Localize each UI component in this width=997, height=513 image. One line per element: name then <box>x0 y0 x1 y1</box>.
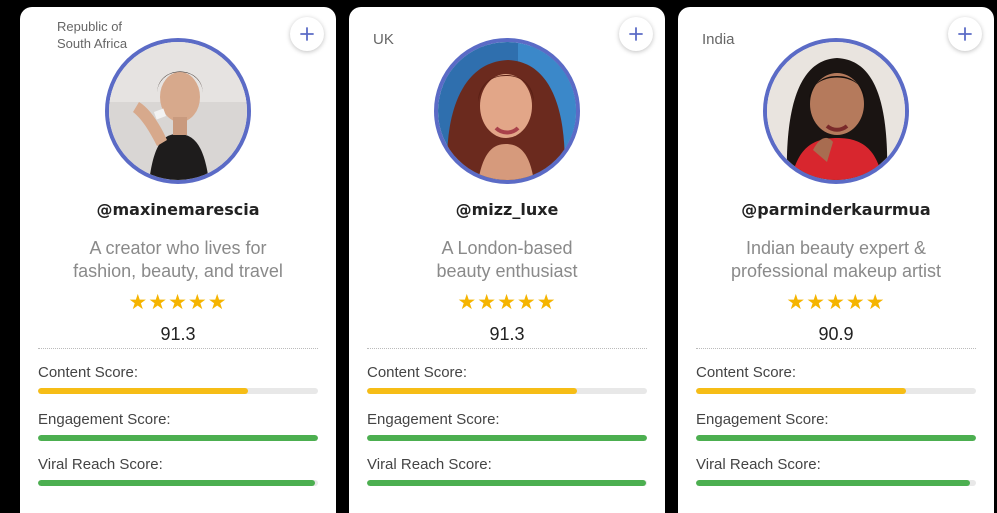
influencer-handle[interactable]: @mizz_luxe <box>349 200 665 219</box>
viral-reach-score-label: Viral Reach Score: <box>696 456 821 473</box>
bio-line: professional makeup artist <box>730 261 942 281</box>
star-rating: ★★★★★ <box>786 290 886 314</box>
engagement-score-label: Engagement Score: <box>38 411 171 428</box>
avatar[interactable] <box>105 38 251 184</box>
viral-reach-score-track <box>367 480 647 486</box>
plus-icon <box>629 27 643 41</box>
content-score-track <box>38 388 318 394</box>
influencer-bio: A creator who lives for fashion, beauty,… <box>20 237 336 283</box>
engagement-score-metric: Engagement Score: <box>367 411 647 441</box>
content-score-label: Content Score: <box>367 364 468 381</box>
engagement-score-metric: Engagement Score: <box>696 411 976 441</box>
influencer-card[interactable]: Republic of South Africa @maxinemarescia… <box>20 7 336 513</box>
viral-reach-score-metric: Viral Reach Score: <box>696 456 976 486</box>
avatar[interactable] <box>763 38 909 184</box>
overall-score: 90.9 <box>818 324 854 344</box>
plus-icon <box>300 27 314 41</box>
engagement-score-track <box>367 435 647 441</box>
influencer-card[interactable]: India @parminderkaurmua Indian beauty ex… <box>678 7 994 513</box>
viral-reach-score-label: Viral Reach Score: <box>367 456 492 473</box>
engagement-score-label: Engagement Score: <box>367 411 500 428</box>
content-score-track <box>696 388 976 394</box>
divider <box>38 348 318 349</box>
viral-reach-score-bar <box>38 480 316 486</box>
add-button[interactable] <box>290 17 324 51</box>
viral-reach-score-label: Viral Reach Score: <box>38 456 163 473</box>
overall-score: 91.3 <box>489 324 525 344</box>
viral-reach-score-metric: Viral Reach Score: <box>38 456 318 486</box>
content-score-bar <box>367 388 577 394</box>
country-label: Republic of South Africa <box>57 19 128 51</box>
star-rating: ★★★★★ <box>128 290 228 314</box>
country-label: UK <box>373 31 394 48</box>
content-score-bar <box>38 388 248 394</box>
bio-line: fashion, beauty, and travel <box>73 261 283 281</box>
influencer-bio: A London-based beauty enthusiast <box>349 237 665 283</box>
influencer-card-row: Republic of South Africa @maxinemarescia… <box>0 0 997 513</box>
divider <box>696 348 976 349</box>
bio-line: beauty enthusiast <box>436 261 578 281</box>
engagement-score-track <box>696 435 976 441</box>
influencer-card[interactable]: UK @mizz_luxe A London-based beauty enth… <box>349 7 665 513</box>
add-button[interactable] <box>948 17 982 51</box>
bio-line: A creator who lives for <box>89 238 267 258</box>
influencer-handle[interactable]: @parminderkaurmua <box>678 200 994 219</box>
content-score-metric: Content Score: <box>696 364 976 394</box>
content-score-bar <box>696 388 906 394</box>
engagement-score-bar <box>38 435 318 441</box>
star-rating: ★★★★★ <box>457 290 557 314</box>
influencer-bio: Indian beauty expert & professional make… <box>678 237 994 283</box>
engagement-score-track <box>38 435 318 441</box>
content-score-label: Content Score: <box>696 364 797 381</box>
viral-reach-score-track <box>38 480 318 486</box>
influencer-handle[interactable]: @maxinemarescia <box>20 200 336 219</box>
viral-reach-score-bar <box>367 480 646 486</box>
avatar[interactable] <box>434 38 580 184</box>
content-score-metric: Content Score: <box>367 364 647 394</box>
plus-icon <box>958 27 972 41</box>
engagement-score-bar <box>696 435 976 441</box>
content-score-track <box>367 388 647 394</box>
engagement-score-bar <box>367 435 647 441</box>
bio-line: A London-based <box>441 238 573 258</box>
viral-reach-score-metric: Viral Reach Score: <box>367 456 647 486</box>
country-label: India <box>702 31 735 48</box>
viral-reach-score-bar <box>696 480 971 486</box>
engagement-score-label: Engagement Score: <box>696 411 829 428</box>
content-score-metric: Content Score: <box>38 364 318 394</box>
bio-line: Indian beauty expert & <box>745 238 927 258</box>
viral-reach-score-track <box>696 480 976 486</box>
content-score-label: Content Score: <box>38 364 139 381</box>
divider <box>367 348 647 349</box>
add-button[interactable] <box>619 17 653 51</box>
overall-score: 91.3 <box>160 324 196 344</box>
engagement-score-metric: Engagement Score: <box>38 411 318 441</box>
